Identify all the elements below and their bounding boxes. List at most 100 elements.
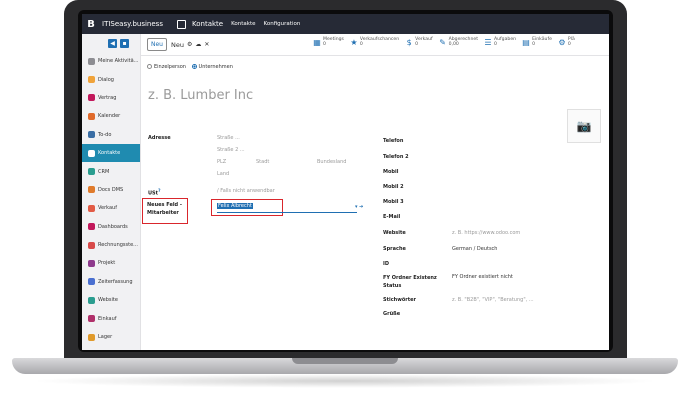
smart-button-2[interactable]: $ Verkauf 0 xyxy=(405,37,433,47)
custom-field-input[interactable]: Felix Albrecht xyxy=(217,203,253,209)
smart-button-value: 0 xyxy=(359,42,363,47)
sidebar-app-icon xyxy=(88,186,95,194)
smart-button-4[interactable]: ☰ Aufgaben 0 xyxy=(484,37,516,47)
laptop-stage: B ITISeasy.business Kontakte Kontakte Ko… xyxy=(0,0,690,411)
smart-button-5[interactable]: ▤ Einkäufe 0 xyxy=(522,37,552,47)
vat-help-icon[interactable]: ? xyxy=(158,188,160,193)
menu-konfiguration[interactable]: Konfiguration xyxy=(264,21,301,27)
radio-company-label[interactable]: Unternehmen xyxy=(199,64,233,70)
sidebar-item-2[interactable]: Vertrag xyxy=(82,89,140,107)
street2-input[interactable]: Straße 2 ... xyxy=(217,147,245,153)
smart-button-value: 0 xyxy=(415,42,419,47)
sidebar-app-icon xyxy=(88,168,95,176)
smart-button-3[interactable]: ✎ Abgerechnet 0,00 xyxy=(439,37,478,47)
state-input[interactable]: Bundesland xyxy=(317,159,346,165)
right-field-label-10: Stichwörter xyxy=(383,297,416,303)
discard-x-icon[interactable]: ✕ xyxy=(204,41,209,48)
radio-person-label[interactable]: Einzelperson xyxy=(154,64,186,70)
sidebar-item-label: Rechnungsste... xyxy=(98,242,138,249)
vat-label-text: USt xyxy=(148,190,159,197)
sidebar-app-icon xyxy=(88,315,95,323)
brand-name: ITISeasy.business xyxy=(102,20,163,28)
sidebar-item-label: Docs DMS xyxy=(98,186,124,193)
right-field-label-7: Sprache xyxy=(383,246,406,252)
smart-button-icon: ⚙ xyxy=(558,37,566,47)
sidebar-item-3[interactable]: Kalender xyxy=(82,107,140,125)
sidebar-pin-icon[interactable]: ▪ xyxy=(120,38,129,48)
sidebar-app-icon xyxy=(88,149,95,157)
breadcrumb-title: Neu xyxy=(170,40,184,49)
custom-field-value: Felix Albrecht xyxy=(217,203,253,209)
sidebar-header: ◀ ▪ xyxy=(82,34,140,52)
image-upload-camera-icon[interactable]: 📷 xyxy=(567,109,601,143)
sidebar-collapse-icon[interactable]: ◀ xyxy=(108,38,117,48)
smart-button-icon: $ xyxy=(406,37,412,47)
smart-button-text: Verkauf 0 xyxy=(415,37,432,47)
dropdown-caret-icon[interactable]: ▾ ➔ xyxy=(355,204,363,210)
brand-logo[interactable]: B xyxy=(84,14,98,34)
sidebar-list: Meine Aktivitä... Dialog Vertrag Kalender To… xyxy=(82,52,140,346)
sidebar-item-11[interactable]: Projekt xyxy=(82,254,140,272)
sidebar-item-12[interactable]: Zeiterfassung xyxy=(82,273,140,291)
sidebar-item-label: Dialog xyxy=(98,76,114,83)
menu-kontakte[interactable]: Kontakte xyxy=(231,21,255,27)
contact-form: Einzelperson Unternehmen z. B. Lumber In… xyxy=(141,56,609,350)
smart-button-label: Meetings xyxy=(323,37,344,42)
laptop-notch xyxy=(292,358,398,364)
smart-button-icon: ★ xyxy=(350,37,358,47)
sidebar-item-label: Projekt xyxy=(98,260,116,267)
zip-input[interactable]: PLZ xyxy=(217,159,226,165)
vat-label: USt? xyxy=(148,188,160,197)
sidebar-item-label: Dashboards xyxy=(98,223,128,230)
vat-input[interactable]: / Falls nicht anwendbar xyxy=(217,188,275,194)
apps-grid-icon[interactable] xyxy=(176,19,186,29)
sidebar-app-icon xyxy=(88,333,95,341)
sidebar-item-13[interactable]: Website xyxy=(82,291,140,309)
radio-company[interactable] xyxy=(191,64,197,69)
sidebar-item-7[interactable]: Docs DMS xyxy=(82,181,140,199)
sidebar-item-label: CRM xyxy=(98,168,110,175)
save-cloud-icon[interactable]: ☁ xyxy=(195,41,201,48)
sidebar-item-9[interactable]: Dashboards xyxy=(82,218,140,236)
new-button[interactable]: Neu xyxy=(147,38,167,51)
name-input[interactable]: z. B. Lumber Inc xyxy=(148,88,253,103)
sidebar-item-4[interactable]: To-do xyxy=(82,126,140,144)
sidebar-item-8[interactable]: Verkauf xyxy=(82,199,140,217)
sidebar-item-label: Zeiterfassung xyxy=(98,278,133,285)
sidebar-item-10[interactable]: Rechnungsste... xyxy=(82,236,140,254)
settings-gear-icon[interactable]: ⚙ xyxy=(187,41,192,48)
smart-button-1[interactable]: ★ Verkaufschancen 0 xyxy=(350,37,399,47)
sidebar-app-icon xyxy=(88,259,95,267)
top-navbar: B ITISeasy.business Kontakte Kontakte Ko… xyxy=(82,14,609,34)
address-label: Adresse xyxy=(148,135,171,141)
smart-button-icon: ▤ xyxy=(522,37,530,47)
street-input[interactable]: Straße ... xyxy=(217,135,240,141)
right-field-input-7[interactable]: German / Deutsch xyxy=(452,246,497,252)
smart-button-0[interactable]: ▦ Meetings 0 xyxy=(313,37,344,47)
country-input[interactable]: Land xyxy=(217,171,229,177)
company-type-radio-group: Einzelperson Unternehmen xyxy=(147,64,233,70)
custom-field-underline xyxy=(217,212,357,213)
right-field-label-4: Mobil 3 xyxy=(383,199,404,205)
sidebar-item-1[interactable]: Dialog xyxy=(82,70,140,88)
smart-button-text: Verkaufschancen 0 xyxy=(360,37,399,47)
sidebar-item-15[interactable]: Lager xyxy=(82,328,140,346)
right-field-input-6[interactable]: z. B. https://www.odoo.com xyxy=(452,230,520,236)
current-app-title[interactable]: Kontakte xyxy=(192,20,223,28)
sidebar-item-label: Meine Aktivitä... xyxy=(98,58,139,65)
smart-button-6[interactable]: ⚙ Plä 0 xyxy=(558,37,575,47)
main-content: Neu Neu ⚙ ☁ ✕ ▦ Meetings 0 ★ Verkaufschancen… xyxy=(141,34,609,350)
sidebar-item-5[interactable]: Kontakte xyxy=(82,143,140,163)
sidebar-item-0[interactable]: Meine Aktivitä... xyxy=(82,52,140,70)
smart-button-text: Plä 0 xyxy=(568,37,575,47)
smart-button-value: 0 xyxy=(494,42,497,47)
right-field-input-10[interactable]: z. B. "B2B", "VIP", "Beratung", ... xyxy=(452,297,534,303)
radio-person[interactable] xyxy=(147,64,152,69)
sidebar-item-14[interactable]: Einkauf xyxy=(82,309,140,327)
sidebar-item-6[interactable]: CRM xyxy=(82,162,140,180)
right-field-label-2: Mobil xyxy=(383,169,399,175)
sidebar-app-icon xyxy=(88,241,95,249)
city-input[interactable]: Stadt xyxy=(256,159,269,165)
smart-button-icon: ▦ xyxy=(313,37,321,47)
right-field-input-9[interactable]: FY Ordner existiert nicht xyxy=(452,274,513,280)
